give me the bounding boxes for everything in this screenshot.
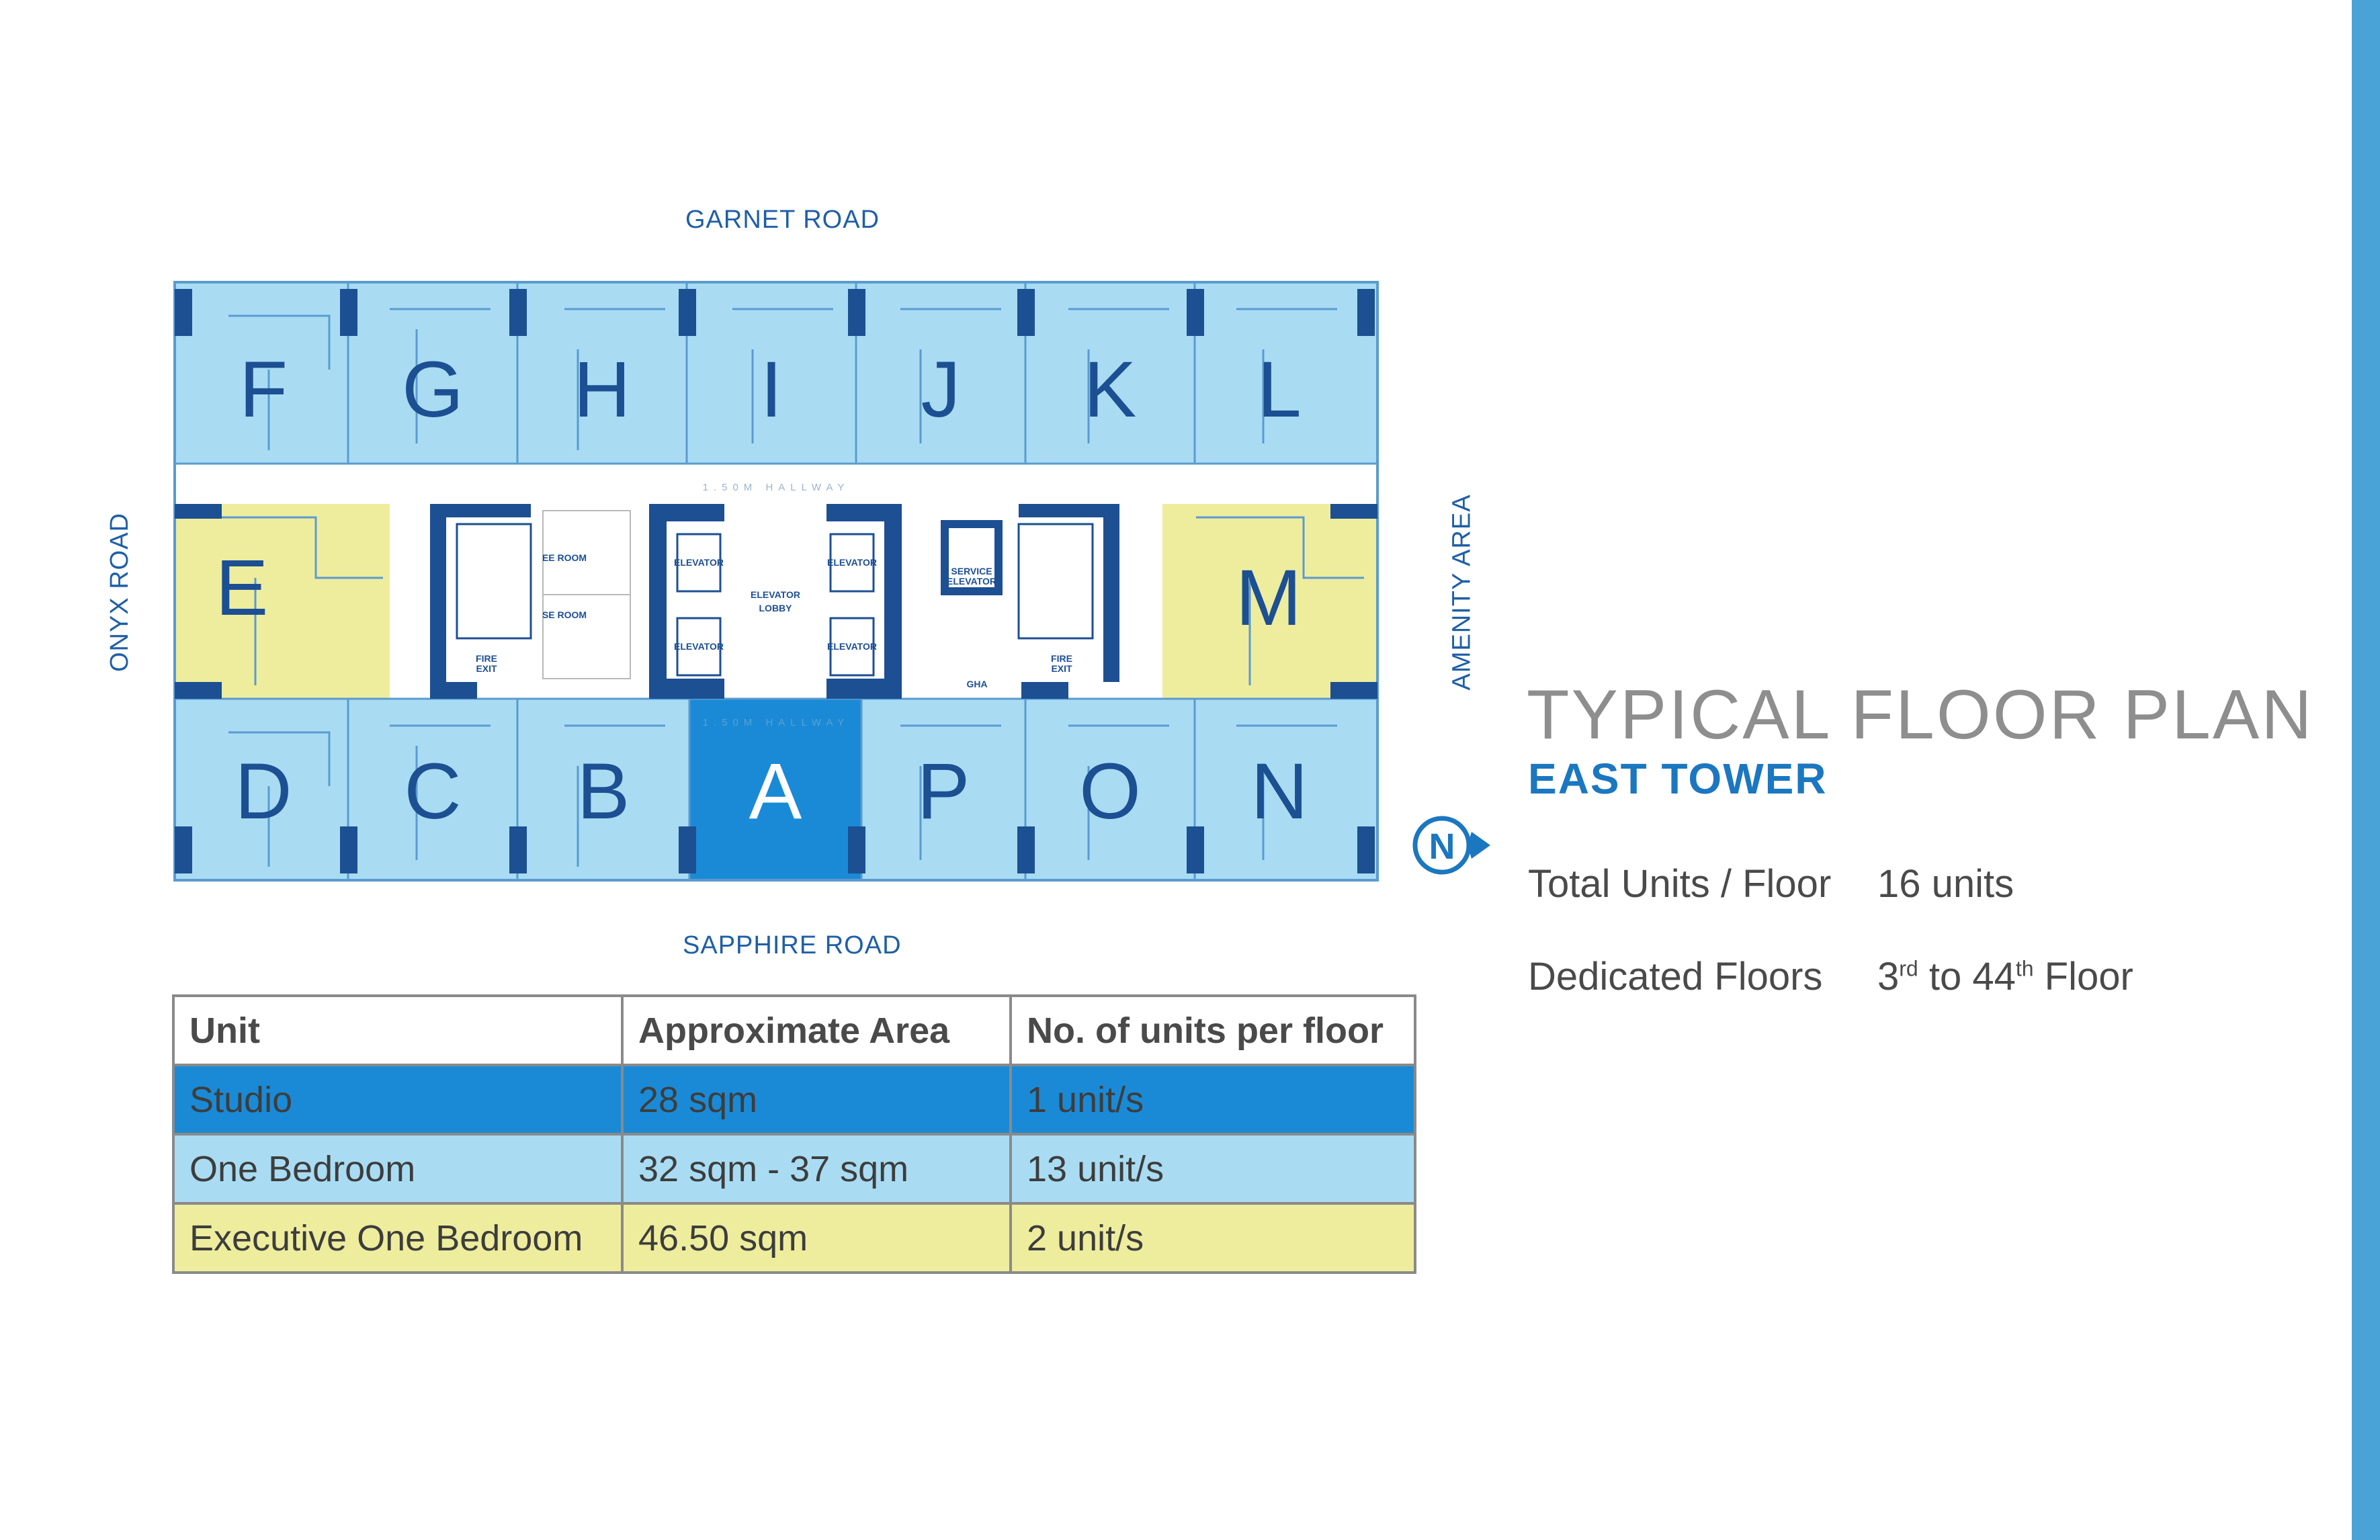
unit-letter: A — [749, 747, 802, 836]
unit-area-table: Unit Approximate Area No. of units per f… — [172, 994, 1416, 1274]
floor-plan: EE ROOM SE ROOM ELEVATOR ELEVATOR ELEVATOR EL… — [148, 195, 1465, 974]
core-label: LOBBY — [759, 603, 793, 613]
unit-letter: G — [402, 345, 464, 434]
table-cell-unit: Studio — [172, 1064, 624, 1136]
core-label: FIRE — [1051, 653, 1072, 664]
core-label: EXIT — [476, 663, 497, 674]
svg-text:N: N — [1429, 826, 1455, 867]
road-label-north: GARNET ROAD — [685, 206, 880, 234]
road-label-south: SAPPHIRE ROAD — [683, 931, 902, 959]
table-cell-count: 13 unit/s — [1009, 1133, 1416, 1205]
core-label: ELEVATOR — [947, 576, 996, 587]
core-label: ELEVATOR — [674, 557, 724, 568]
core-label: SERVICE — [951, 566, 992, 576]
dedicated-floors-row: Dedicated Floors 3rd to 44th Floor — [1528, 954, 2133, 999]
unit-letter: I — [761, 345, 783, 434]
table-header-count: No. of units per floor — [1009, 994, 1416, 1066]
page-title: TYPICAL FLOOR PLAN — [1527, 676, 2314, 754]
unit-letter: B — [577, 747, 630, 836]
core-label: FIRE — [476, 653, 497, 664]
road-label-west: ONYX ROAD — [105, 512, 134, 673]
table-row: Executive One Bedroom 46.50 sqm 2 unit/s — [172, 1202, 1416, 1274]
table-row: One Bedroom 32 sqm - 37 sqm 13 unit/s — [172, 1133, 1416, 1205]
hallway-label: 1.50M HALLWAY — [703, 482, 850, 493]
accent-side-bar — [2352, 0, 2380, 1540]
table-cell-area: 46.50 sqm — [621, 1202, 1012, 1274]
table-cell-unit: One Bedroom — [172, 1133, 624, 1205]
hallway-label-bottom: 1.50M HALLWAY — [703, 717, 850, 728]
floor-plan-drawing: EE ROOMSE ROOMELEVATORELEVATORELEVATOREL… — [173, 281, 1379, 882]
road-label-east: AMENITY AREA — [1447, 494, 1476, 691]
page-subtitle: EAST TOWER — [1528, 755, 1828, 803]
unit-letter: M — [1236, 554, 1302, 642]
table-header-unit: Unit — [172, 994, 624, 1066]
total-units-label: Total Units / Floor — [1528, 862, 1832, 906]
unit-letter: F — [239, 345, 288, 434]
table-cell-count: 1 unit/s — [1009, 1064, 1416, 1136]
unit-letter: O — [1079, 747, 1141, 836]
core-label: EE ROOM — [542, 552, 587, 563]
total-units-row: Total Units / Floor 16 units — [1528, 861, 2014, 906]
unit-letter: E — [216, 544, 269, 632]
unit-letter: H — [573, 345, 630, 434]
unit-letter: C — [404, 747, 461, 836]
core-label: SE ROOM — [542, 609, 587, 620]
dedicated-floors-value: 3rd to 44th Floor — [1877, 955, 2133, 998]
table-cell-unit: Executive One Bedroom — [172, 1202, 624, 1274]
unit-letter: D — [235, 747, 292, 836]
total-units-value: 16 units — [1877, 862, 2014, 906]
table-header-area: Approximate Area — [621, 994, 1012, 1066]
table-row: Studio 28 sqm 1 unit/s — [172, 1064, 1416, 1136]
unit-letter: K — [1084, 345, 1137, 434]
north-arrow-icon: N — [1412, 816, 1490, 875]
core-label: GHA — [966, 679, 987, 689]
unit-letter: P — [917, 747, 970, 836]
unit-letter: N — [1250, 747, 1308, 836]
unit-letter: J — [921, 345, 961, 434]
executive-unit-e-fill — [175, 504, 390, 699]
table-cell-count: 2 unit/s — [1009, 1202, 1416, 1274]
dedicated-floors-label: Dedicated Floors — [1528, 955, 1823, 998]
unit-letter: L — [1257, 345, 1302, 434]
core-label: EXIT — [1051, 663, 1072, 674]
core-label: ELEVATOR — [827, 557, 877, 568]
table-cell-area: 28 sqm — [621, 1064, 1012, 1136]
table-cell-area: 32 sqm - 37 sqm — [621, 1133, 1012, 1205]
table-header-row: Unit Approximate Area No. of units per f… — [172, 994, 1416, 1066]
core-label: ELEVATOR — [751, 589, 800, 600]
core-label: ELEVATOR — [827, 641, 877, 652]
core-label: ELEVATOR — [674, 641, 724, 652]
